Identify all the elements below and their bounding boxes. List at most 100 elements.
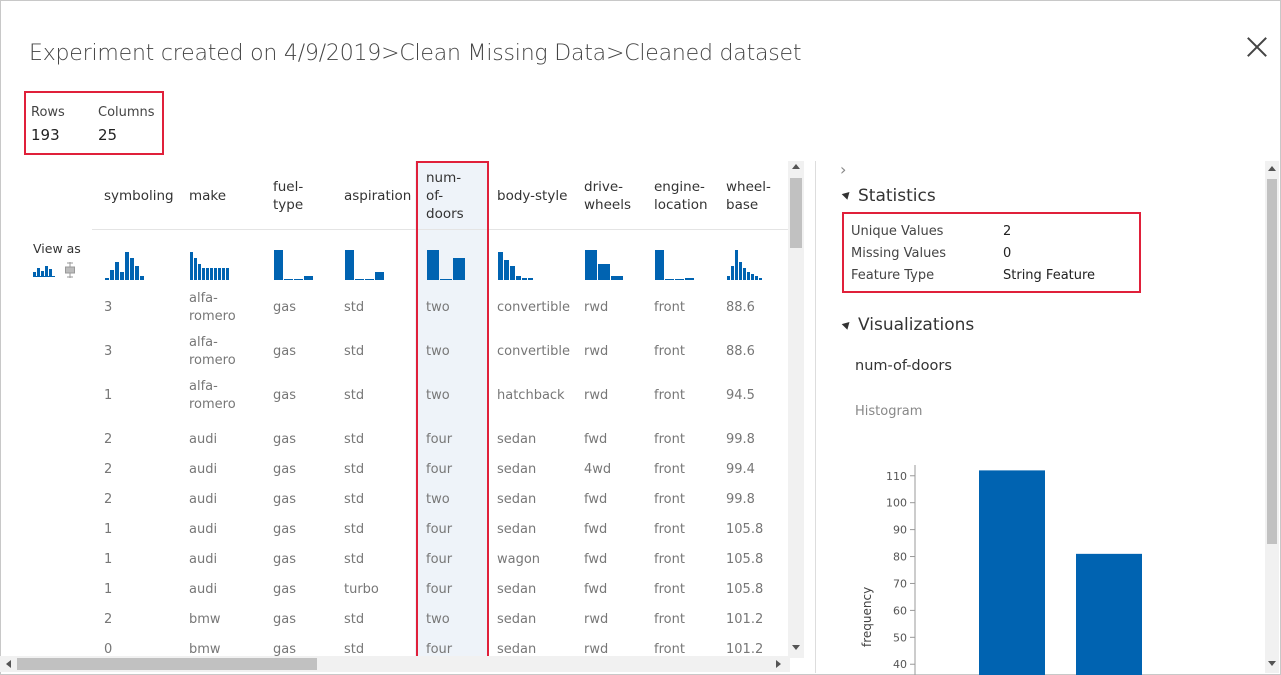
scroll-left-arrow-icon[interactable]: [6, 660, 11, 668]
table-cell: 105.8: [726, 522, 764, 537]
stat-label: Feature Type: [851, 268, 935, 283]
table-cell: 1: [104, 388, 113, 403]
column-header[interactable]: wheel- base: [726, 178, 771, 214]
table-cell: 3: [104, 300, 113, 315]
table-cell: 2: [104, 462, 113, 477]
grid-horizontal-scrollbar[interactable]: [0, 656, 790, 672]
histogram-bar-two: [1076, 553, 1142, 675]
column-histogram-thumbnail[interactable]: [189, 248, 233, 282]
table-cell: 2: [104, 612, 113, 627]
table-cell: convertible: [497, 300, 570, 315]
boxplot-icon[interactable]: [64, 262, 76, 278]
column-histogram-thumbnail[interactable]: [726, 248, 770, 282]
column-histogram-thumbnail[interactable]: [344, 248, 388, 282]
table-cell: front: [654, 552, 685, 567]
table-cell: gas: [273, 300, 296, 315]
rows-value: 193: [31, 126, 60, 144]
statistics-panel: Unique Values 2 Missing Values 0 Feature…: [842, 212, 1141, 293]
column-header[interactable]: engine- location: [654, 178, 708, 214]
table-cell: turbo: [344, 582, 379, 597]
column-header[interactable]: make: [189, 187, 226, 205]
panel-vertical-scrollbar[interactable]: [1265, 161, 1279, 673]
table-cell: 2: [104, 492, 113, 507]
column-histogram-thumbnail[interactable]: [273, 248, 317, 282]
table-cell: front: [654, 462, 685, 477]
table-cell: two: [426, 612, 450, 627]
table-cell: fwd: [584, 582, 608, 597]
table-cell: 1: [104, 552, 113, 567]
table-cell: std: [344, 388, 365, 403]
table-cell: 1: [104, 522, 113, 537]
table-cell: std: [344, 344, 365, 359]
column-header[interactable]: body-style: [497, 187, 567, 205]
table-cell: two: [426, 300, 450, 315]
rows-label: Rows: [31, 105, 65, 120]
columns-value: 25: [98, 126, 118, 144]
table-cell: front: [654, 522, 685, 537]
table-cell: sedan: [497, 462, 537, 477]
table-cell: rwd: [584, 300, 609, 315]
y-tick-label: 40: [893, 658, 907, 671]
table-cell: audi: [189, 522, 218, 537]
y-axis-label: frequency: [860, 587, 874, 647]
table-cell: 88.6: [726, 344, 755, 359]
table-cell: 4wd: [584, 462, 612, 477]
column-histogram-thumbnail[interactable]: [104, 248, 148, 282]
column-header[interactable]: drive- wheels: [584, 178, 631, 214]
visualization-column-name: num-of-doors: [855, 358, 952, 374]
column-histogram-thumbnail[interactable]: [497, 248, 541, 282]
table-cell: 94.5: [726, 388, 755, 403]
column-histogram-thumbnail[interactable]: [584, 248, 628, 282]
header-divider: [92, 229, 788, 230]
table-cell: audi: [189, 432, 218, 447]
table-cell: fwd: [584, 492, 608, 507]
table-cell: fwd: [584, 432, 608, 447]
scroll-up-arrow-icon[interactable]: [792, 164, 800, 169]
table-cell: std: [344, 300, 365, 315]
table-cell: std: [344, 612, 365, 627]
scroll-down-arrow-icon[interactable]: [792, 645, 800, 650]
table-cell: gas: [273, 552, 296, 567]
table-cell: two: [426, 492, 450, 507]
statistics-heading[interactable]: Statistics: [858, 186, 936, 206]
column-header[interactable]: aspiration: [344, 187, 411, 205]
dataset-dimensions: Rows 193 Columns 25: [24, 91, 164, 155]
table-cell: front: [654, 388, 685, 403]
table-cell: std: [344, 432, 365, 447]
table-cell: rwd: [584, 344, 609, 359]
stat-label: Missing Values: [851, 246, 947, 261]
table-cell: sedan: [497, 432, 537, 447]
table-cell: audi: [189, 582, 218, 597]
page-title: Experiment created on 4/9/2019>Clean Mis…: [29, 41, 802, 66]
stat-value: 2: [1003, 224, 1012, 239]
stat-value: String Feature: [1003, 268, 1096, 283]
histogram-chart: 40 50 60 70 80 90 100 110 frequency: [860, 465, 1142, 675]
table-cell: 99.8: [726, 432, 755, 447]
table-cell: 2: [104, 432, 113, 447]
table-cell: two: [426, 388, 450, 403]
scroll-thumb[interactable]: [1267, 179, 1277, 544]
y-tick-label: 110: [886, 470, 907, 483]
table-cell: gas: [273, 344, 296, 359]
scroll-thumb[interactable]: [790, 178, 802, 248]
scroll-down-arrow-icon[interactable]: [1268, 661, 1276, 666]
table-cell: wagon: [497, 552, 541, 567]
scroll-up-arrow-icon[interactable]: [1268, 166, 1276, 171]
table-cell: four: [426, 582, 453, 597]
table-cell: sedan: [497, 522, 537, 537]
y-tick-label: 50: [893, 631, 907, 644]
column-histogram-thumbnail[interactable]: [426, 248, 470, 282]
table-cell: fwd: [584, 522, 608, 537]
grid-vertical-scrollbar[interactable]: [788, 161, 804, 658]
table-cell: alfa- romero: [189, 335, 236, 368]
histogram-icon[interactable]: [33, 263, 55, 277]
column-header[interactable]: symboling: [104, 187, 174, 205]
column-histogram-thumbnail[interactable]: [654, 248, 698, 282]
chevron-right-icon[interactable]: ›: [840, 160, 846, 179]
scroll-right-arrow-icon[interactable]: [776, 660, 781, 668]
column-header[interactable]: num- of- doors: [426, 169, 464, 223]
column-header[interactable]: fuel- type: [273, 178, 303, 214]
visualizations-heading[interactable]: Visualizations: [858, 315, 974, 335]
scroll-thumb[interactable]: [17, 658, 317, 670]
close-icon[interactable]: [1244, 34, 1270, 60]
